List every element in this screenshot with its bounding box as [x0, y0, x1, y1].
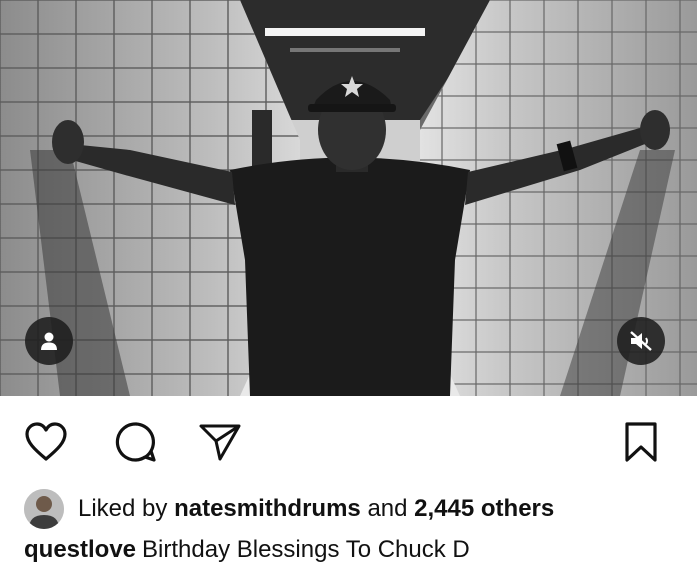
- heart-icon: [25, 422, 67, 461]
- liker-avatar[interactable]: [24, 489, 64, 529]
- like-button[interactable]: [22, 418, 70, 466]
- mute-button[interactable]: [617, 317, 665, 365]
- liker-username[interactable]: natesmithdrums: [174, 495, 361, 523]
- speaker-muted-icon: [630, 331, 652, 351]
- post-photo: [0, 0, 697, 396]
- avatar-image: [24, 489, 64, 529]
- bookmark-icon: [625, 422, 657, 462]
- post-caption: questlove Birthday Blessings To Chuck D: [24, 536, 470, 564]
- comment-bubble-icon: [115, 422, 156, 462]
- tagged-people-button[interactable]: [25, 317, 73, 365]
- comment-button[interactable]: [112, 418, 160, 466]
- likes-count[interactable]: 2,445 others: [414, 495, 554, 523]
- caption-text: Birthday Blessings To Chuck D: [142, 536, 470, 563]
- likes-connector: and: [367, 495, 408, 522]
- likes-summary[interactable]: Liked by natesmithdrums and 2,445 others: [24, 488, 554, 530]
- save-button[interactable]: [617, 418, 665, 466]
- paper-plane-icon: [199, 424, 241, 461]
- likes-prefix: Liked by: [78, 495, 168, 522]
- caption-username[interactable]: questlove: [24, 536, 136, 563]
- share-button[interactable]: [196, 418, 244, 466]
- post-media[interactable]: [0, 0, 697, 396]
- person-tag-icon: [41, 332, 57, 350]
- post-action-bar: [0, 410, 697, 470]
